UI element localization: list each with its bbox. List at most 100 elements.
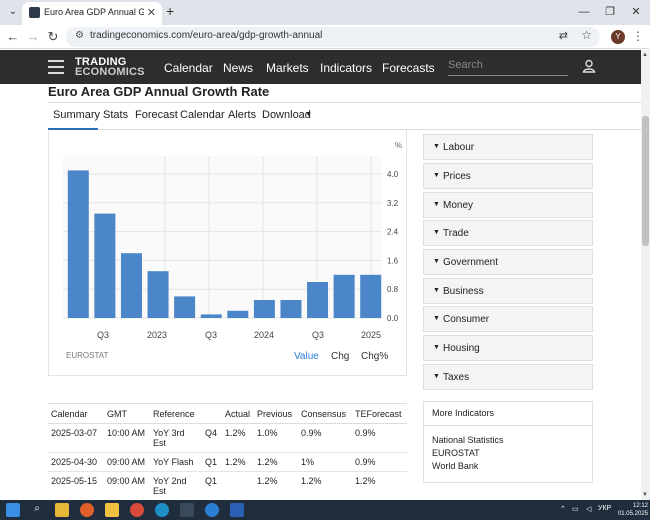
tab-summary[interactable]: Summary [53, 109, 100, 121]
tab-forecast[interactable]: Forecast [135, 109, 178, 121]
address-bar[interactable]: ⚙ tradingeconomics.com/euro-area/gdp-gro… [66, 27, 600, 47]
col-reference: Reference [150, 403, 202, 424]
sidebar-item-consumer[interactable]: ▼ Consumer [423, 306, 593, 332]
y-tick-label: 4.0 [387, 170, 399, 179]
nav-indicators[interactable]: Indicators [320, 61, 372, 75]
browser-toolbar: ← → ↻ ⚙ tradingeconomics.com/euro-area/g… [0, 25, 650, 49]
tray-chevron-icon[interactable]: ⌃ [560, 505, 566, 513]
network-icon[interactable]: ▭ [572, 505, 579, 513]
sidebar-item-trade[interactable]: ▼ Trade [423, 220, 593, 246]
cell-date: 2025-04-30 [48, 452, 104, 472]
hamburger-menu-icon[interactable] [48, 60, 64, 74]
site-info-icon[interactable]: ⚙ [75, 30, 84, 41]
forward-icon[interactable]: → [24, 28, 42, 46]
tab-stats[interactable]: Stats [103, 109, 128, 121]
close-window-icon[interactable]: ✕ [626, 3, 646, 21]
cell-previous: 1.2% [254, 471, 298, 501]
windows-start-icon[interactable] [6, 503, 20, 517]
table-row[interactable]: 2025-03-07 10:00 AM YoY 3rd Est Q4 1.2% … [48, 423, 407, 453]
back-icon[interactable]: ← [4, 28, 22, 46]
url-text[interactable]: tradingeconomics.com/euro-area/gdp-growt… [90, 30, 322, 41]
table-row[interactable]: 2025-05-15 09:00 AM YoY 2nd Est Q1 1.2% … [48, 471, 407, 501]
cell-period: Q1 [202, 452, 222, 472]
ie-icon[interactable] [205, 503, 219, 517]
bar [94, 213, 116, 318]
tab-calendar[interactable]: Calendar [180, 109, 225, 121]
nav-forecasts[interactable]: Forecasts [382, 61, 435, 75]
sidebar-item-prices[interactable]: ▼ Prices [423, 163, 593, 189]
app-icon[interactable] [180, 503, 194, 517]
tab-alerts[interactable]: Alerts [228, 109, 256, 121]
nav-news[interactable]: News [223, 61, 253, 75]
maximize-icon[interactable]: ❐ [600, 3, 620, 21]
new-tab-icon[interactable]: + [166, 3, 174, 19]
download-caret-icon[interactable]: ▼ [305, 111, 312, 118]
chart-source: EUROSTAT [66, 351, 109, 360]
profile-avatar[interactable]: Y [611, 30, 625, 44]
link-world-bank[interactable]: World Bank [432, 461, 478, 471]
more-indicators-box: More Indicators National Statistics EURO… [423, 401, 593, 483]
col-actual: Actual [222, 403, 254, 424]
table-row[interactable]: 2025-04-30 09:00 AM YoY Flash Q1 1.2% 1.… [48, 452, 407, 472]
sidebar-item-government[interactable]: ▼ Government [423, 249, 593, 275]
cell-date: 2025-03-07 [48, 423, 104, 453]
volume-icon[interactable]: ◁ [586, 505, 591, 513]
sidebar-item-taxes[interactable]: ▼ Taxes [423, 364, 593, 390]
site-search-input[interactable]: Search [448, 59, 568, 76]
site-logo[interactable]: TRADING ECONOMICS [75, 57, 145, 78]
chart-option-chg[interactable]: Chg [331, 351, 349, 362]
cell-actual: 1.2% [222, 423, 254, 453]
scroll-up-icon[interactable]: ▲ [642, 52, 648, 58]
caret-down-icon: ▼ [433, 344, 440, 351]
user-icon[interactable] [582, 59, 596, 73]
col-teforecast: TEForecast [352, 403, 407, 424]
translate-icon[interactable]: ⇄ [559, 29, 568, 42]
windows-taskbar: ⌕ ⌃ ▭ ◁ УКР 12:12 01.05.2025 [0, 500, 650, 520]
x-tick-label: Q3 [97, 330, 109, 340]
folder-icon[interactable] [105, 503, 119, 517]
bar [333, 274, 355, 318]
browser-menu-icon[interactable]: ⋮ [632, 29, 644, 43]
link-eurostat[interactable]: EUROSTAT [432, 448, 480, 458]
tab-list-icon[interactable]: ⌄ [4, 3, 22, 21]
cell-actual: 1.2% [222, 452, 254, 472]
firefox-icon[interactable] [80, 503, 94, 517]
caret-down-icon: ▼ [433, 315, 440, 322]
sidebar-item-money[interactable]: ▼ Money [423, 192, 593, 218]
bar [120, 253, 142, 318]
cell-period: Q1 [202, 471, 222, 501]
sidebar-item-labour[interactable]: ▼ Labour [423, 134, 593, 160]
system-clock[interactable]: 12:12 01.05.2025 [612, 502, 648, 518]
clock-time: 12:12 [632, 503, 648, 509]
input-language[interactable]: УКР [598, 505, 611, 512]
cell-consensus: 0.9% [298, 423, 352, 453]
reload-icon[interactable]: ↻ [44, 28, 62, 46]
bookmark-star-icon[interactable]: ☆ [581, 28, 592, 42]
chart-option-value[interactable]: Value [294, 351, 319, 362]
sidebar-item-business[interactable]: ▼ Business [423, 278, 593, 304]
sidebar-item-housing[interactable]: ▼ Housing [423, 335, 593, 361]
search-icon[interactable]: ⌕ [30, 503, 44, 517]
word-icon[interactable] [230, 503, 244, 517]
caret-down-icon: ▼ [433, 201, 440, 208]
scroll-down-icon[interactable]: ▼ [642, 492, 648, 498]
chrome-icon[interactable] [130, 503, 144, 517]
edge-icon[interactable] [155, 503, 169, 517]
file-explorer-icon[interactable] [55, 503, 69, 517]
col-previous: Previous [254, 403, 298, 424]
tab-download[interactable]: Download [262, 109, 311, 121]
site-favicon-icon [29, 7, 40, 18]
page-scrollbar[interactable]: ▲ ▼ [641, 50, 650, 500]
nav-calendar[interactable]: Calendar [164, 61, 213, 75]
cell-previous: 1.2% [254, 452, 298, 472]
nav-markets[interactable]: Markets [266, 61, 309, 75]
scroll-thumb[interactable] [642, 116, 649, 246]
cell-previous: 1.0% [254, 423, 298, 453]
cell-reference: YoY 3rd Est [150, 423, 202, 453]
minimize-icon[interactable]: — [574, 3, 594, 21]
tab-close-icon[interactable]: ✕ [147, 6, 156, 19]
chart-option-chg-pct[interactable]: Chg% [361, 351, 388, 362]
link-national-statistics[interactable]: National Statistics [432, 435, 504, 445]
cell-consensus: 1.2% [298, 471, 352, 501]
browser-tab[interactable]: Euro Area GDP Annual Growth Ra ✕ [22, 2, 162, 25]
